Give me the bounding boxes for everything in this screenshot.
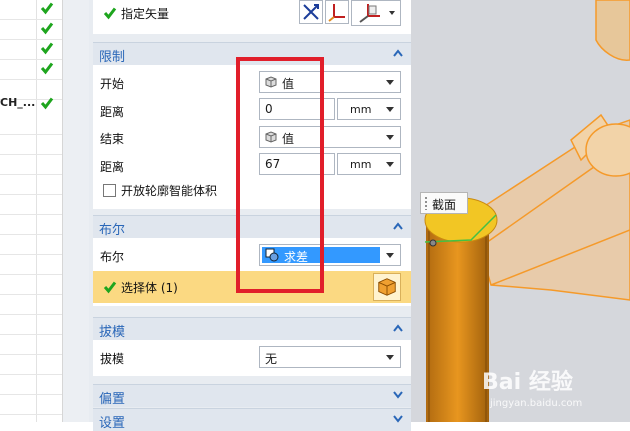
navigator-row[interactable]	[0, 395, 62, 415]
boolean-section-title: 布尔	[99, 223, 126, 238]
select-body-label: 选择体 (1)	[121, 281, 178, 295]
annotation-highlight-box	[236, 57, 324, 293]
start-label: 开始	[100, 77, 125, 91]
solid-body-icon	[378, 278, 396, 296]
chevron-down-icon	[386, 80, 394, 85]
navigator-row[interactable]	[0, 255, 62, 275]
start-unit-select[interactable]: mm	[337, 98, 401, 120]
draft-section-header[interactable]: 拔模	[93, 317, 411, 340]
end-unit-value: mm	[350, 158, 372, 171]
end-label: 结束	[100, 132, 125, 146]
chevron-down-icon	[386, 162, 394, 167]
vector-dialog-button[interactable]	[351, 0, 401, 26]
chevron-up-icon	[393, 49, 403, 57]
navigator-row[interactable]	[0, 40, 62, 60]
draft-label: 拔模	[100, 352, 125, 366]
navigator-row[interactable]	[0, 0, 62, 20]
vector-section: 指定矢量	[93, 0, 411, 34]
navigator-row[interactable]	[0, 375, 62, 395]
reverse-direction-icon	[303, 4, 319, 20]
draft-select[interactable]: 无	[259, 346, 401, 368]
watermark-logo: Bai 经验	[482, 370, 573, 395]
specify-vector-label: 指定矢量	[121, 7, 170, 21]
navigator-row[interactable]	[0, 20, 62, 40]
offset-section-header[interactable]: 偏置	[93, 384, 411, 407]
chevron-down-icon	[386, 253, 394, 258]
check-icon	[40, 97, 54, 110]
navigator-row[interactable]	[0, 115, 62, 135]
inferred-vector-button[interactable]	[325, 0, 349, 24]
navigator-row[interactable]	[0, 155, 62, 175]
end-distance-label: 距离	[100, 160, 125, 174]
navigator-row[interactable]	[0, 315, 62, 335]
watermark-url: jingyan.baidu.com	[490, 398, 583, 409]
chevron-up-icon	[393, 222, 403, 230]
chevron-down-icon	[386, 107, 394, 112]
navigator-row[interactable]	[0, 355, 62, 375]
check-icon	[40, 62, 54, 75]
navigator-row[interactable]	[0, 195, 62, 215]
open-profile-checkbox[interactable]	[103, 184, 116, 197]
open-profile-label: 开放轮廓智能体积	[121, 184, 218, 198]
navigator-row[interactable]	[0, 215, 62, 235]
draft-section-title: 拔模	[99, 325, 126, 340]
section-tooltip[interactable]: 截面	[420, 192, 468, 214]
check-icon	[103, 281, 117, 294]
check-icon	[40, 22, 54, 35]
offset-section-title: 偏置	[99, 392, 126, 407]
navigator-row[interactable]: CH_...	[0, 80, 62, 110]
navigator-row[interactable]	[0, 275, 62, 295]
section-tooltip-label: 截面	[432, 198, 457, 212]
drag-grip-icon[interactable]	[424, 196, 428, 210]
chevron-up-icon	[393, 324, 403, 332]
draft-section-body: 拔模 无	[93, 340, 411, 376]
boolean-label: 布尔	[100, 250, 125, 264]
start-unit-value: mm	[350, 103, 372, 116]
chevron-down-icon	[393, 391, 403, 399]
chevron-down-icon	[389, 11, 395, 15]
reverse-direction-button[interactable]	[299, 0, 323, 24]
chevron-down-icon	[386, 355, 394, 360]
check-icon	[40, 2, 54, 15]
chevron-down-icon	[386, 135, 394, 140]
check-icon	[40, 42, 54, 55]
navigator-row[interactable]	[0, 135, 62, 155]
navigator-row[interactable]	[0, 335, 62, 355]
limits-section-title: 限制	[99, 50, 126, 65]
start-distance-label: 距离	[100, 105, 125, 119]
check-icon	[103, 7, 117, 20]
navigator-row-label: CH_...	[0, 96, 36, 109]
vector-axis-icon	[328, 4, 345, 22]
resource-bar	[63, 0, 89, 422]
navigator-row[interactable]	[0, 60, 62, 80]
draft-value: 无	[265, 352, 278, 366]
select-body-button[interactable]	[373, 273, 401, 301]
settings-section-header[interactable]: 设置	[93, 408, 411, 431]
csys-vector-icon	[359, 4, 380, 23]
navigator-row[interactable]	[0, 295, 62, 315]
navigator-row[interactable]	[0, 235, 62, 255]
part-navigator: CH_...	[0, 0, 63, 422]
navigator-row[interactable]	[0, 175, 62, 195]
end-unit-select[interactable]: mm	[337, 153, 401, 175]
